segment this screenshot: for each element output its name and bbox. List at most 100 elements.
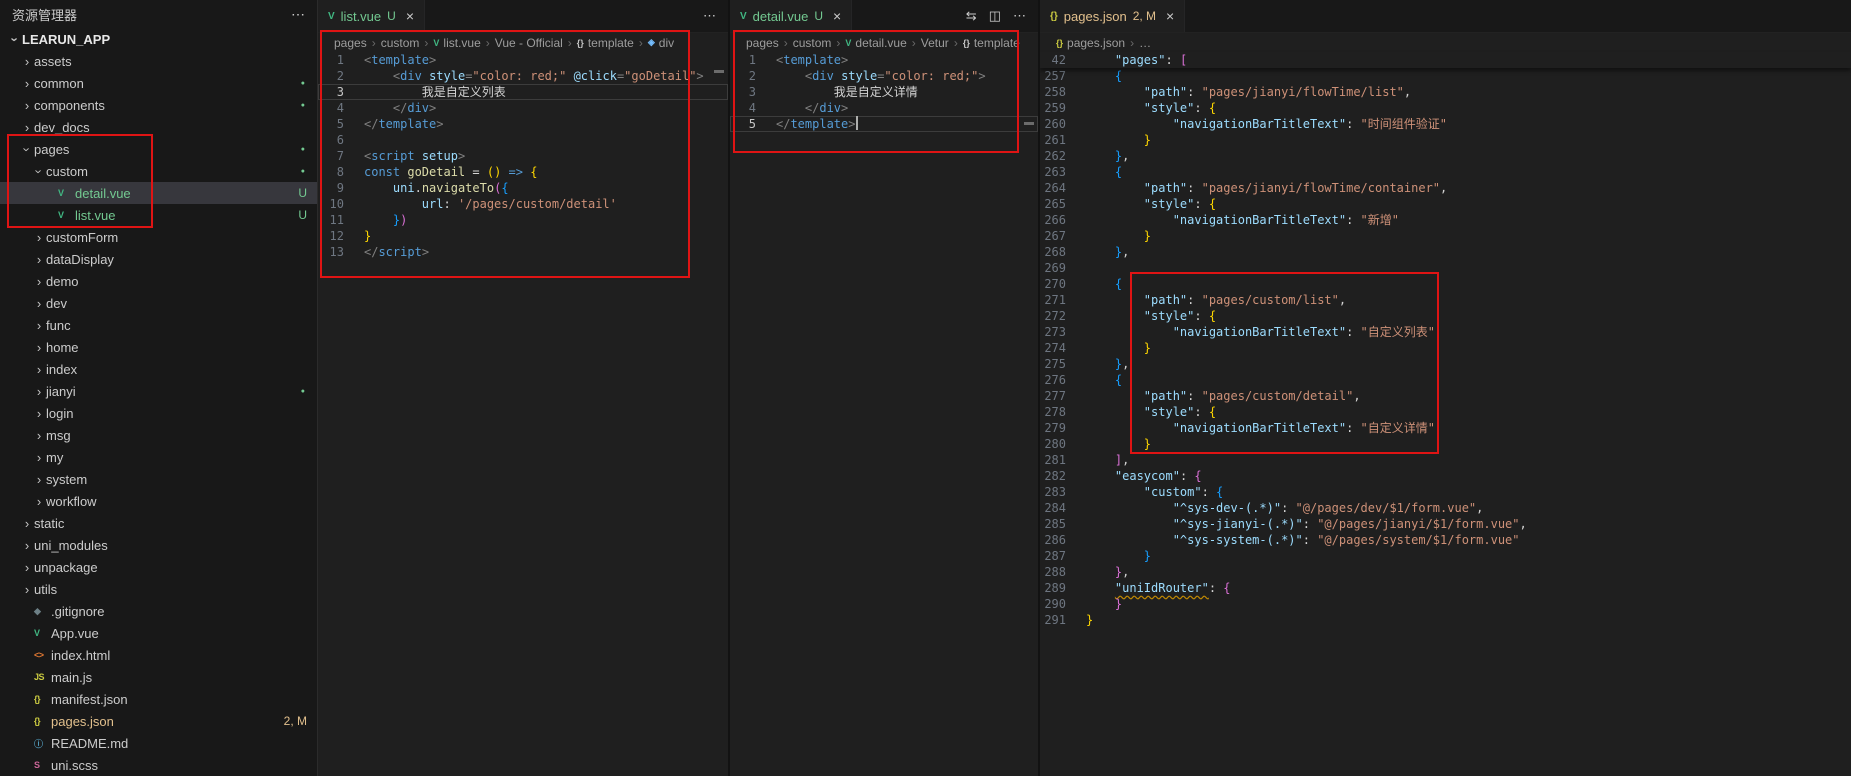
line-number[interactable]: 265 — [1040, 196, 1086, 212]
line-number[interactable]: 3 — [318, 84, 364, 100]
explorer-folder-unpackage[interactable]: ›unpackage — [0, 556, 317, 578]
code-line-286[interactable]: 286 "^sys-system-(.*)": "@/pages/system/… — [1040, 532, 1851, 548]
line-number[interactable]: 280 — [1040, 436, 1086, 452]
line-number[interactable]: 290 — [1040, 596, 1086, 612]
code-line-5[interactable]: 5</template> — [318, 116, 728, 132]
explorer-folder-jianyi[interactable]: ›jianyi● — [0, 380, 317, 402]
explorer-file-pages.json[interactable]: {}pages.json2, M — [0, 710, 317, 732]
code-line-7[interactable]: 7<script setup> — [318, 148, 728, 164]
code-editor-list-vue[interactable]: 1<template>2 <div style="color: red;" @c… — [318, 52, 728, 260]
code-line-262[interactable]: 262 }, — [1040, 148, 1851, 164]
code-line-264[interactable]: 264 "path": "pages/jianyi/flowTime/conta… — [1040, 180, 1851, 196]
line-number[interactable]: 281 — [1040, 452, 1086, 468]
sticky-scroll-line[interactable]: 42 "pages": [ — [1040, 52, 1851, 68]
breadcrumb-item-Vue-Official[interactable]: Vue - Official — [495, 36, 563, 50]
explorer-folder-system[interactable]: ›system — [0, 468, 317, 490]
code-line-271[interactable]: 271 "path": "pages/custom/list", — [1040, 292, 1851, 308]
more-actions-icon[interactable]: ⋯ — [1013, 8, 1026, 24]
breadcrumb-item--[interactable]: … — [1139, 36, 1151, 50]
code-line-260[interactable]: 260 "navigationBarTitleText": "时间组件验证" — [1040, 116, 1851, 132]
explorer-folder-home[interactable]: ›home — [0, 336, 317, 358]
line-number[interactable]: 282 — [1040, 468, 1086, 484]
line-number[interactable]: 263 — [1040, 164, 1086, 180]
line-number[interactable]: 283 — [1040, 484, 1086, 500]
open-changes-icon[interactable]: ⇆ — [966, 8, 977, 24]
code-line-281[interactable]: 281 ], — [1040, 452, 1851, 468]
code-line-269[interactable]: 269 — [1040, 260, 1851, 276]
explorer-folder-common[interactable]: ›common● — [0, 72, 317, 94]
line-number[interactable]: 269 — [1040, 260, 1086, 276]
line-number[interactable]: 1 — [318, 52, 364, 68]
explorer-file-.gitignore[interactable]: ◆.gitignore — [0, 600, 317, 622]
explorer-file-detail.vue[interactable]: Vdetail.vueU — [0, 182, 317, 204]
line-number[interactable]: 13 — [318, 244, 364, 260]
explorer-folder-static[interactable]: ›static — [0, 512, 317, 534]
explorer-folder-demo[interactable]: ›demo — [0, 270, 317, 292]
code-line-2[interactable]: 2 <div style="color: red;"> — [730, 68, 1038, 84]
code-line-289[interactable]: 289 "uniIdRouter": { — [1040, 580, 1851, 596]
breadcrumb-item-pages[interactable]: pages — [746, 36, 779, 50]
explorer-folder-uni_modules[interactable]: ›uni_modules — [0, 534, 317, 556]
explorer-file-uni.scss[interactable]: Suni.scss — [0, 754, 317, 776]
line-number[interactable]: 9 — [318, 180, 364, 196]
code-line-272[interactable]: 272 "style": { — [1040, 308, 1851, 324]
line-number[interactable]: 10 — [318, 196, 364, 212]
code-line-275[interactable]: 275 }, — [1040, 356, 1851, 372]
code-line-276[interactable]: 276 { — [1040, 372, 1851, 388]
code-line-268[interactable]: 268 }, — [1040, 244, 1851, 260]
explorer-folder-login[interactable]: ›login — [0, 402, 317, 424]
code-line-282[interactable]: 282 "easycom": { — [1040, 468, 1851, 484]
tab-pages-json[interactable]: {} pages.json 2, M × — [1040, 0, 1185, 32]
line-number[interactable]: 273 — [1040, 324, 1086, 340]
breadcrumb-item-template[interactable]: {}template — [963, 36, 1020, 50]
close-tab-icon[interactable]: × — [406, 8, 414, 24]
line-number[interactable]: 42 — [1040, 52, 1086, 68]
code-line-9[interactable]: 9 uni.navigateTo({ — [318, 180, 728, 196]
tab-list-vue[interactable]: V list.vue U × — [318, 0, 425, 32]
line-number[interactable]: 266 — [1040, 212, 1086, 228]
line-number[interactable]: 278 — [1040, 404, 1086, 420]
line-number[interactable]: 2 — [318, 68, 364, 84]
code-line-284[interactable]: 284 "^sys-dev-(.*)": "@/pages/dev/$1/for… — [1040, 500, 1851, 516]
code-line-290[interactable]: 290 } — [1040, 596, 1851, 612]
code-line-273[interactable]: 273 "navigationBarTitleText": "自定义列表" — [1040, 324, 1851, 340]
more-actions-icon[interactable]: ⋯ — [703, 8, 716, 24]
code-line-266[interactable]: 266 "navigationBarTitleText": "新增" — [1040, 212, 1851, 228]
code-line-11[interactable]: 11 }) — [318, 212, 728, 228]
line-number[interactable]: 270 — [1040, 276, 1086, 292]
line-number[interactable]: 7 — [318, 148, 364, 164]
breadcrumb-item-Vetur[interactable]: Vetur — [921, 36, 949, 50]
breadcrumb-item-pages[interactable]: pages — [334, 36, 367, 50]
code-line-270[interactable]: 270 { — [1040, 276, 1851, 292]
explorer-folder-assets[interactable]: ›assets — [0, 50, 317, 72]
breadcrumb-item-custom[interactable]: custom — [793, 36, 832, 50]
code-line-288[interactable]: 288 }, — [1040, 564, 1851, 580]
code-line-267[interactable]: 267 } — [1040, 228, 1851, 244]
line-number[interactable]: 257 — [1040, 68, 1086, 84]
line-number[interactable]: 287 — [1040, 548, 1086, 564]
code-line-265[interactable]: 265 "style": { — [1040, 196, 1851, 212]
line-number[interactable]: 284 — [1040, 500, 1086, 516]
line-number[interactable]: 5 — [730, 116, 776, 132]
line-number[interactable]: 288 — [1040, 564, 1086, 580]
code-line-1[interactable]: 1<template> — [318, 52, 728, 68]
line-number[interactable]: 272 — [1040, 308, 1086, 324]
explorer-more-actions-icon[interactable]: ⋯ — [291, 6, 305, 23]
explorer-file-README.md[interactable]: ⓘREADME.md — [0, 732, 317, 754]
code-line-13[interactable]: 13</script> — [318, 244, 728, 260]
code-editor-detail-vue[interactable]: 1<template>2 <div style="color: red;">3 … — [730, 52, 1038, 132]
line-number[interactable]: 4 — [730, 100, 776, 116]
line-number[interactable]: 277 — [1040, 388, 1086, 404]
code-line-4[interactable]: 4 </div> — [730, 100, 1038, 116]
line-number[interactable]: 261 — [1040, 132, 1086, 148]
code-line-274[interactable]: 274 } — [1040, 340, 1851, 356]
explorer-file-manifest.json[interactable]: {}manifest.json — [0, 688, 317, 710]
code-line-285[interactable]: 285 "^sys-jianyi-(.*)": "@/pages/jianyi/… — [1040, 516, 1851, 532]
code-line-12[interactable]: 12} — [318, 228, 728, 244]
code-line-3[interactable]: 3 我是自定义详情 — [730, 84, 1038, 100]
line-number[interactable]: 5 — [318, 116, 364, 132]
line-number[interactable]: 262 — [1040, 148, 1086, 164]
line-number[interactable]: 276 — [1040, 372, 1086, 388]
breadcrumb-item-template[interactable]: {}template — [577, 36, 634, 50]
code-line-2[interactable]: 2 <div style="color: red;" @click="goDet… — [318, 68, 728, 84]
